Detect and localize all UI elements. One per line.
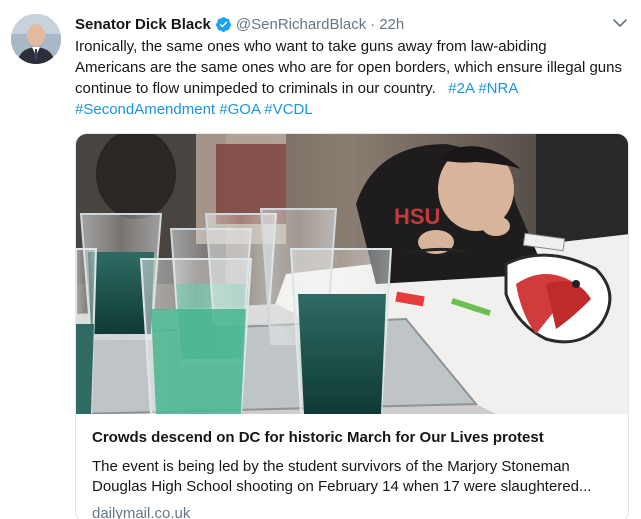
avatar[interactable]: [11, 14, 61, 64]
chevron-down-icon[interactable]: [611, 14, 629, 32]
card-title[interactable]: Crowds descend on DC for historic March …: [92, 428, 612, 448]
tweet-header: Senator Dick Black @SenRichardBlack · 22…: [75, 14, 404, 34]
hashtag-link[interactable]: #SecondAmendment: [75, 101, 215, 118]
verified-badge-icon: [215, 16, 232, 33]
tweet-text: Ironically, the same ones who want to ta…: [75, 36, 627, 120]
hashtag-link[interactable]: #2A: [448, 80, 474, 97]
hashtag-link[interactable]: #NRA: [478, 80, 518, 97]
card-description: The event is being led by the student su…: [92, 458, 592, 495]
tweet-text-line: #SecondAmendment #GOA #VCDL: [75, 99, 627, 120]
card-domain: dailymail.co.uk: [92, 505, 191, 519]
tweet-text-line: Ironically, the same ones who want to ta…: [75, 38, 547, 55]
author-handle[interactable]: @SenRichardBlack: [236, 16, 366, 33]
link-preview-card[interactable]: HSU Crowds descend on DC for historic Ma…: [75, 133, 629, 519]
card-image: HSU: [76, 134, 628, 414]
card-body: Crowds descend on DC for historic March …: [76, 414, 628, 519]
hashtag-link[interactable]: #VCDL: [264, 101, 312, 118]
tweet-text-line: Americans are the same ones who are for …: [75, 59, 622, 76]
hashtag-link[interactable]: #GOA: [219, 101, 260, 118]
separator-dot: ·: [370, 15, 376, 33]
avatar-photo: [11, 14, 61, 64]
timestamp[interactable]: 22h: [379, 16, 404, 33]
tweet: Senator Dick Black @SenRichardBlack · 22…: [0, 0, 641, 519]
author-name[interactable]: Senator Dick Black: [75, 16, 211, 33]
tweet-text-fragment: continue to flow unimpeded to criminals …: [75, 80, 436, 97]
tweet-text-line: continue to flow unimpeded to criminals …: [75, 78, 627, 99]
hoodie-text: HSU: [394, 204, 440, 229]
